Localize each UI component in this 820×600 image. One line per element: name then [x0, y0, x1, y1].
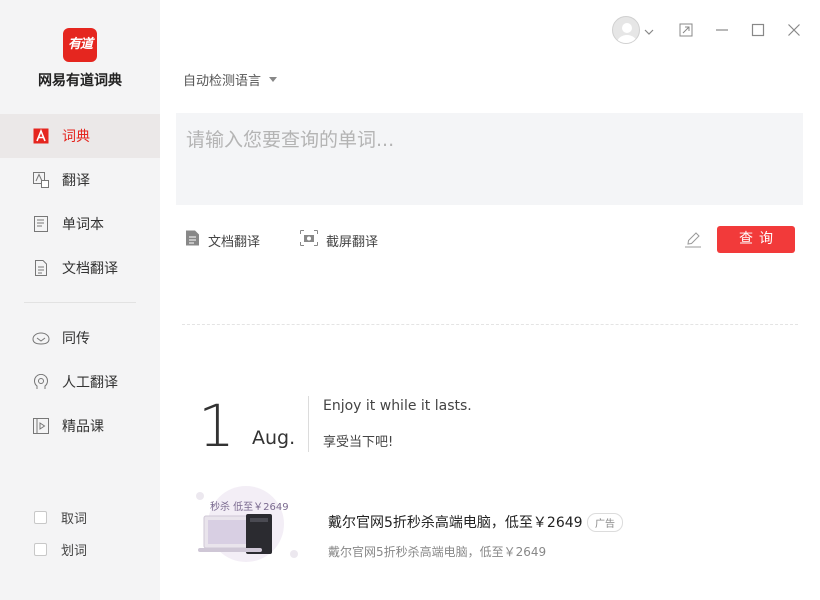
daily-sentence-en[interactable]: Enjoy it while it lasts.	[323, 398, 472, 414]
doc-translate-button[interactable]: 文档翻译	[185, 230, 260, 250]
sidebar-item-label: 人工翻译	[62, 375, 118, 391]
query-button[interactable]: 查询	[717, 226, 795, 253]
daily-divider	[308, 396, 309, 452]
edit-icon[interactable]	[684, 230, 702, 252]
sidebar-item-course[interactable]: 精品课	[0, 404, 160, 448]
sidebar-item-document[interactable]: 文档翻译	[0, 246, 160, 290]
sidebar-item-simultaneous[interactable]: 同传	[0, 316, 160, 360]
select-word-checkbox[interactable]	[34, 543, 47, 556]
sidebar-item-label: 翻译	[62, 173, 90, 189]
sidebar-item-translate[interactable]: 翻译	[0, 158, 160, 202]
document-icon	[32, 259, 50, 277]
sidebar-item-dictionary[interactable]: 词典	[0, 114, 160, 158]
ad-badge: 广告	[587, 513, 623, 532]
doc-translate-label: 文档翻译	[208, 234, 261, 250]
capture-word-checkbox[interactable]	[34, 511, 47, 524]
dictionary-icon	[32, 127, 50, 145]
maximize-icon[interactable]	[748, 20, 768, 40]
sidebar-item-label: 精品课	[62, 419, 104, 435]
language-select-label: 自动检测语言	[183, 74, 262, 89]
search-box	[176, 113, 803, 205]
daily-day: 1	[198, 392, 235, 460]
window-controls	[612, 14, 804, 46]
sidebar-item-label: 同传	[62, 331, 90, 347]
language-select[interactable]: 自动检测语言	[183, 70, 278, 89]
user-account-button[interactable]	[612, 16, 654, 44]
sidebar-divider	[24, 302, 136, 303]
app-logo-block: 有道 网易有道词典	[0, 28, 160, 90]
app-name: 网易有道词典	[38, 73, 122, 89]
simultaneous-icon	[32, 329, 50, 347]
screenshot-translate-button[interactable]: 截屏翻译	[300, 230, 378, 250]
ad-subtitle: 戴尔官网5折秒杀高端电脑，低至￥2649	[328, 545, 547, 559]
ad-title[interactable]: 戴尔官网5折秒杀高端电脑，低至￥2649	[328, 512, 583, 532]
caret-down-icon	[269, 77, 278, 82]
sidebar-item-wordbook[interactable]: 单词本	[0, 202, 160, 246]
daily-month: Aug.	[252, 427, 296, 449]
search-input[interactable]	[176, 113, 803, 205]
capture-word-label: 取词	[61, 512, 88, 527]
sidebar-item-label: 单词本	[62, 217, 104, 233]
select-word-toggle[interactable]: 划词	[34, 540, 87, 559]
ad-image[interactable]: 秒杀 低至￥2649	[186, 484, 304, 564]
human-translate-icon	[32, 373, 50, 391]
translate-icon	[32, 171, 50, 189]
app-logo-icon: 有道	[63, 28, 97, 62]
camera-icon	[300, 230, 318, 250]
capture-word-toggle[interactable]: 取词	[34, 508, 87, 527]
chevron-down-icon	[644, 21, 654, 40]
select-word-label: 划词	[61, 544, 88, 559]
daily-sentence-cn: 享受当下吧!	[323, 435, 394, 450]
avatar	[612, 16, 640, 44]
document-icon	[185, 230, 200, 250]
close-icon[interactable]	[784, 20, 804, 40]
sidebar-item-human-translate[interactable]: 人工翻译	[0, 360, 160, 404]
pin-window-icon[interactable]	[676, 20, 696, 40]
sidebar-item-label: 文档翻译	[62, 261, 118, 277]
wordbook-icon	[32, 215, 50, 233]
course-icon	[32, 417, 50, 435]
minimize-icon[interactable]	[712, 20, 732, 40]
screenshot-translate-label: 截屏翻译	[326, 234, 379, 250]
sidebar: 有道 网易有道词典 词典 翻译 单词本 文档翻译 同传 人工翻译 精品课 取词 …	[0, 0, 160, 600]
sidebar-item-label: 词典	[62, 129, 90, 145]
section-divider	[182, 324, 798, 325]
ad-image-text: 秒杀 低至￥2649	[210, 502, 289, 513]
